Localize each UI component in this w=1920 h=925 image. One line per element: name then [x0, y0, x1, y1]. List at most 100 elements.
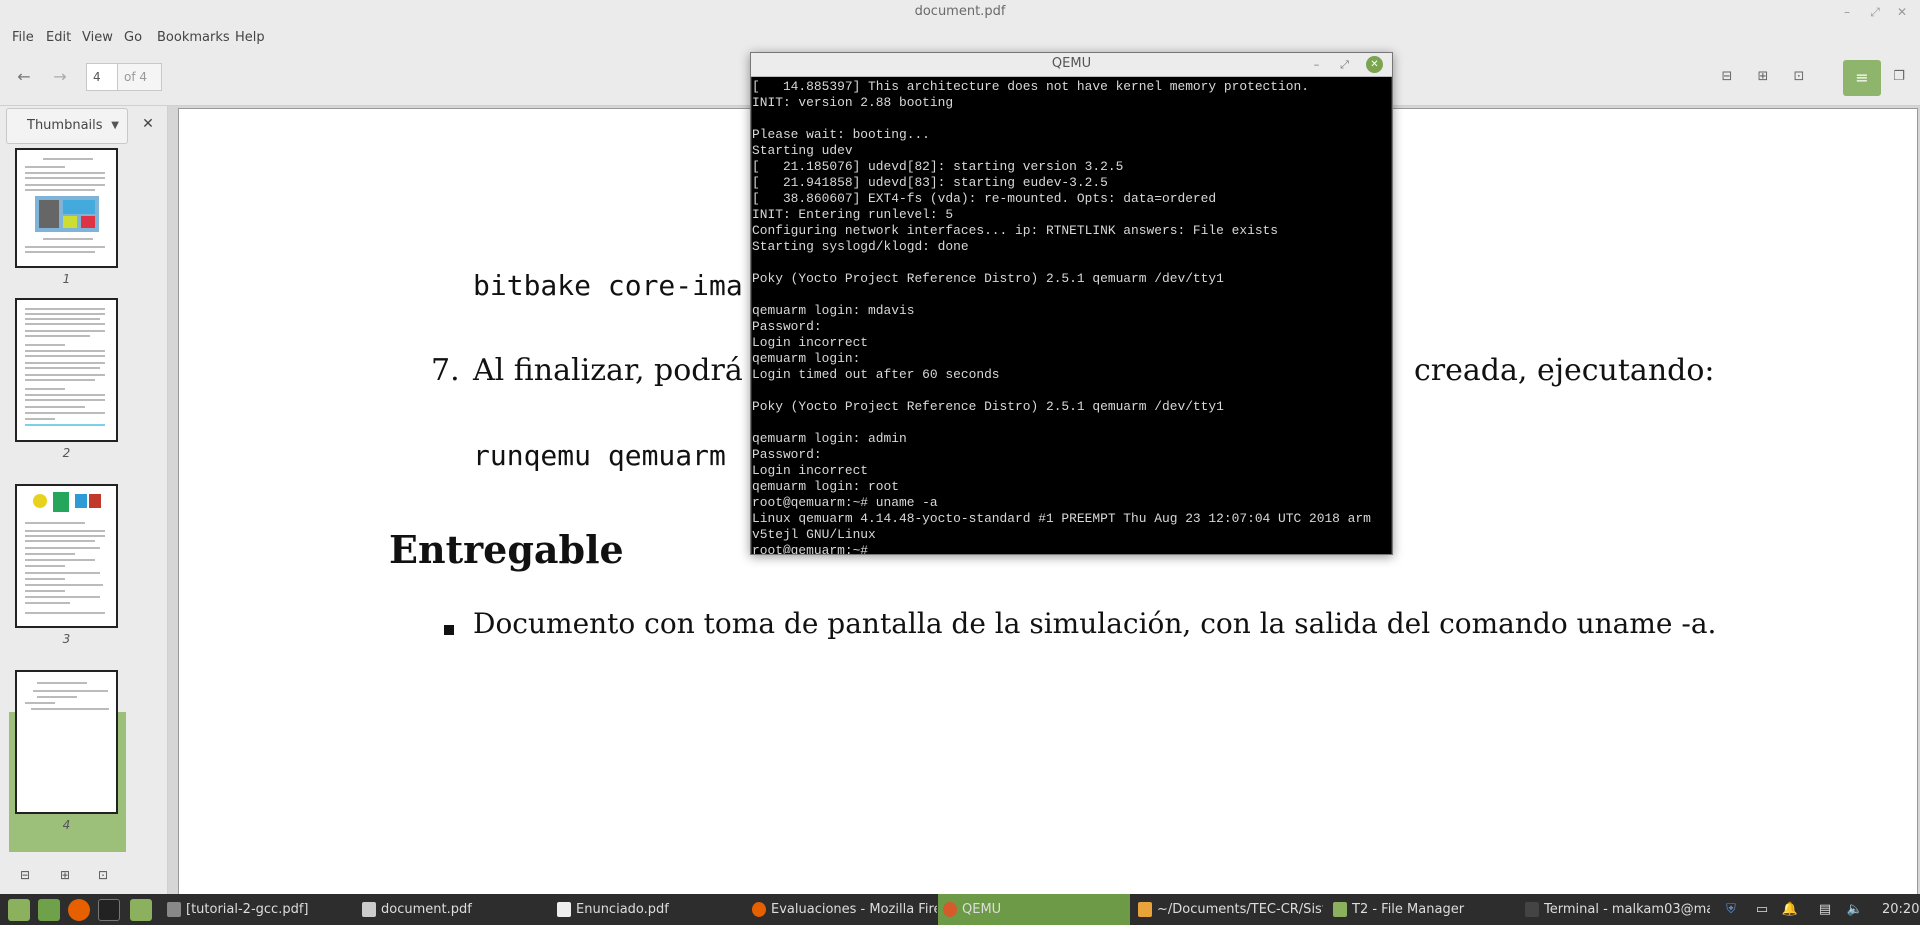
- menu-bookmarks[interactable]: Bookmarks: [157, 30, 230, 45]
- menu-file[interactable]: File: [12, 30, 34, 45]
- console-line: Password:: [752, 319, 822, 334]
- menu-go[interactable]: Go: [124, 30, 142, 45]
- show-desktop-icon[interactable]: [38, 899, 60, 921]
- console-line: [ 21.941858] udevd[83]: starting eudev-3…: [752, 175, 1108, 190]
- qemu-titlebar[interactable]: QEMU – ⤢ ✕: [751, 53, 1392, 77]
- page-number-input[interactable]: 4: [86, 63, 118, 91]
- minimize-icon[interactable]: –: [1838, 3, 1856, 21]
- menu-help[interactable]: Help: [235, 30, 265, 45]
- shield-icon[interactable]: ⛨: [1721, 900, 1741, 920]
- terminal-icon[interactable]: [98, 899, 120, 921]
- menu-edit[interactable]: Edit: [46, 30, 71, 45]
- command-runqemu: runqemu qemuarm: [473, 439, 726, 472]
- clock[interactable]: 20:20: [1882, 894, 1919, 925]
- console-line: Poky (Yocto Project Reference Distro) 2.…: [752, 399, 1224, 414]
- thumbnail-label-3: 3: [62, 632, 71, 646]
- sidebar-footer: ⊟ ⊞ ⊡: [0, 858, 168, 894]
- console-line: qemuarm login: mdavis: [752, 303, 915, 318]
- menu-icon[interactable]: [8, 899, 30, 921]
- console-line: [ 14.885397] This architecture does not …: [752, 79, 1309, 94]
- step-text-continued: creada, ejecutando:: [1414, 353, 1715, 388]
- menu-view[interactable]: View: [82, 30, 113, 45]
- console-line: [ 21.185076] udevd[82]: starting version…: [752, 159, 1124, 174]
- thumbnail-page-4[interactable]: [15, 670, 118, 814]
- task-label: Terminal - malkam03@mal...: [1544, 902, 1710, 917]
- qemu-title: QEMU: [1051, 56, 1092, 71]
- pdf-icon: [362, 902, 376, 917]
- console-line: Poky (Yocto Project Reference Distro) 2.…: [752, 271, 1224, 286]
- task-firefox[interactable]: Evaluaciones - Mozilla Firef...: [747, 894, 937, 925]
- task-label: [tutorial-2-gcc.pdf]: [186, 902, 309, 917]
- firefox-icon[interactable]: [68, 899, 90, 921]
- collapse-icon[interactable]: ⊟: [16, 866, 34, 884]
- zoom-out-icon[interactable]: ⊟: [1716, 67, 1738, 87]
- qemu-window[interactable]: QEMU – ⤢ ✕ [ 14.885397] This architectur…: [750, 52, 1393, 555]
- console-line: Linux qemuarm 4.14.48-yocto-standard #1 …: [752, 511, 1371, 526]
- notification-bell-icon[interactable]: 🔔: [1780, 900, 1800, 920]
- sidebar: Thumbnails ▼ ✕ 1 2 3 4 ⊟ ⊞ ⊡: [0, 106, 168, 894]
- firefox-icon: [752, 902, 766, 917]
- page-count: of 4: [117, 63, 162, 91]
- zoom-fit-icon[interactable]: ⊡: [1788, 67, 1810, 87]
- continuous-view-button[interactable]: ≡: [1843, 60, 1881, 96]
- qemu-console[interactable]: [ 14.885397] This architecture does not …: [752, 77, 1391, 554]
- console-line: Password:: [752, 447, 822, 462]
- window-title: document.pdf: [914, 4, 1006, 19]
- back-arrow-icon[interactable]: ←: [10, 63, 38, 91]
- step-number: 7.: [431, 353, 460, 388]
- expand-icon[interactable]: ⊞: [56, 866, 74, 884]
- console-line: Please wait: booting...: [752, 127, 930, 142]
- sidebar-mode-select[interactable]: Thumbnails ▼: [6, 108, 128, 144]
- display-icon[interactable]: ▭: [1752, 900, 1772, 920]
- task-terminal[interactable]: Terminal - malkam03@mal...: [1520, 894, 1710, 925]
- pdf-icon: [557, 902, 571, 917]
- console-line: Login timed out after 60 seconds: [752, 367, 1000, 382]
- task-label: QEMU: [962, 902, 1002, 917]
- zoom-in-icon[interactable]: ⊞: [1752, 67, 1774, 87]
- forward-arrow-icon[interactable]: →: [46, 63, 74, 91]
- console-line: qemuarm login: admin: [752, 431, 907, 446]
- task-qemu[interactable]: QEMU: [938, 894, 1130, 925]
- task-file-manager[interactable]: T2 - File Manager: [1328, 894, 1518, 925]
- terminal-icon: [1525, 902, 1539, 917]
- console-line: root@qemuarm:~# uname -a: [752, 495, 938, 510]
- console-line: INIT: version 2.88 booting: [752, 95, 954, 110]
- volume-icon[interactable]: 🔈: [1845, 900, 1865, 920]
- sidebar-close-icon[interactable]: ✕: [140, 116, 156, 132]
- thumbnail-label-4: 4: [62, 818, 71, 832]
- console-line: Login incorrect: [752, 463, 869, 478]
- minimize-icon[interactable]: –: [1308, 56, 1325, 73]
- bookmark-page-icon[interactable]: ⊡: [94, 866, 112, 884]
- console-line: qemuarm login: root: [752, 479, 899, 494]
- thumbnail-page-2[interactable]: [15, 298, 118, 442]
- task-enunciado-pdf[interactable]: Enunciado.pdf: [552, 894, 742, 925]
- task-tutorial-pdf[interactable]: [tutorial-2-gcc.pdf]: [162, 894, 352, 925]
- maximize-icon[interactable]: ⤢: [1866, 3, 1884, 21]
- pdf-icon: [167, 902, 181, 917]
- bullet-marker: [444, 625, 454, 635]
- clipboard-icon[interactable]: ▤: [1815, 900, 1835, 920]
- thumbnail-diagram: [35, 196, 99, 232]
- thumbnail-page-1[interactable]: [15, 148, 118, 268]
- close-icon[interactable]: ✕: [1366, 56, 1383, 73]
- thumbnail-list[interactable]: 1 2 3 4: [0, 148, 168, 852]
- bullet-text: Documento con toma de pantalla de la sim…: [473, 607, 1717, 640]
- maximize-icon[interactable]: ⤢: [1336, 56, 1353, 73]
- section-heading: Entregable: [389, 527, 624, 572]
- task-label: Enunciado.pdf: [576, 902, 669, 917]
- thumbnail-label-2: 2: [62, 446, 71, 460]
- files-icon[interactable]: [130, 899, 152, 921]
- thumbnail-page-3[interactable]: [15, 484, 118, 628]
- console-line: INIT: Entering runlevel: 5: [752, 207, 954, 222]
- task-label: document.pdf: [381, 902, 472, 917]
- console-line: root@qemuarm:~#: [752, 543, 869, 554]
- console-line: Starting udev: [752, 143, 853, 158]
- folder-icon: [1333, 902, 1347, 917]
- task-sublime[interactable]: ~/Documents/TEC-CR/Siste...: [1133, 894, 1323, 925]
- close-icon[interactable]: ✕: [1893, 3, 1911, 21]
- console-line: Configuring network interfaces... ip: RT…: [752, 223, 1279, 238]
- task-document-pdf[interactable]: document.pdf: [357, 894, 547, 925]
- dual-page-icon[interactable]: ❐: [1888, 67, 1910, 87]
- task-label: ~/Documents/TEC-CR/Siste...: [1157, 902, 1323, 917]
- step-text: Al finalizar, podrá: [473, 353, 743, 388]
